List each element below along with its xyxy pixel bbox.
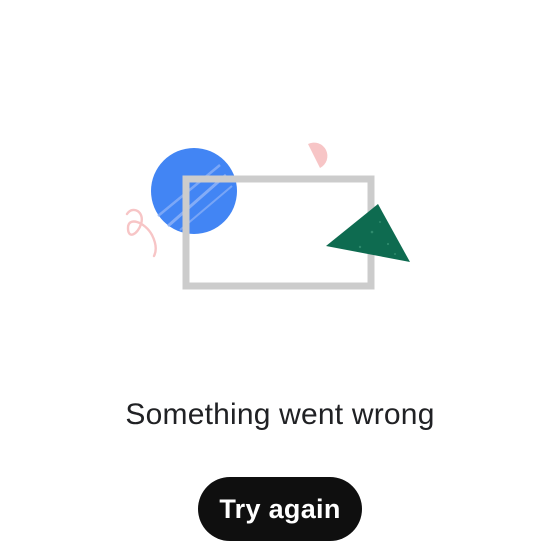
blue-circle-icon	[151, 148, 237, 234]
pink-half-circle-icon	[308, 142, 328, 168]
error-title: Something went wrong	[125, 398, 435, 431]
green-triangle-icon	[326, 204, 410, 262]
pink-squiggle-icon	[125, 208, 157, 258]
error-illustration	[125, 142, 410, 290]
error-screen: Something went wrong Try again	[0, 0, 560, 560]
try-again-button[interactable]: Try again	[198, 477, 362, 541]
